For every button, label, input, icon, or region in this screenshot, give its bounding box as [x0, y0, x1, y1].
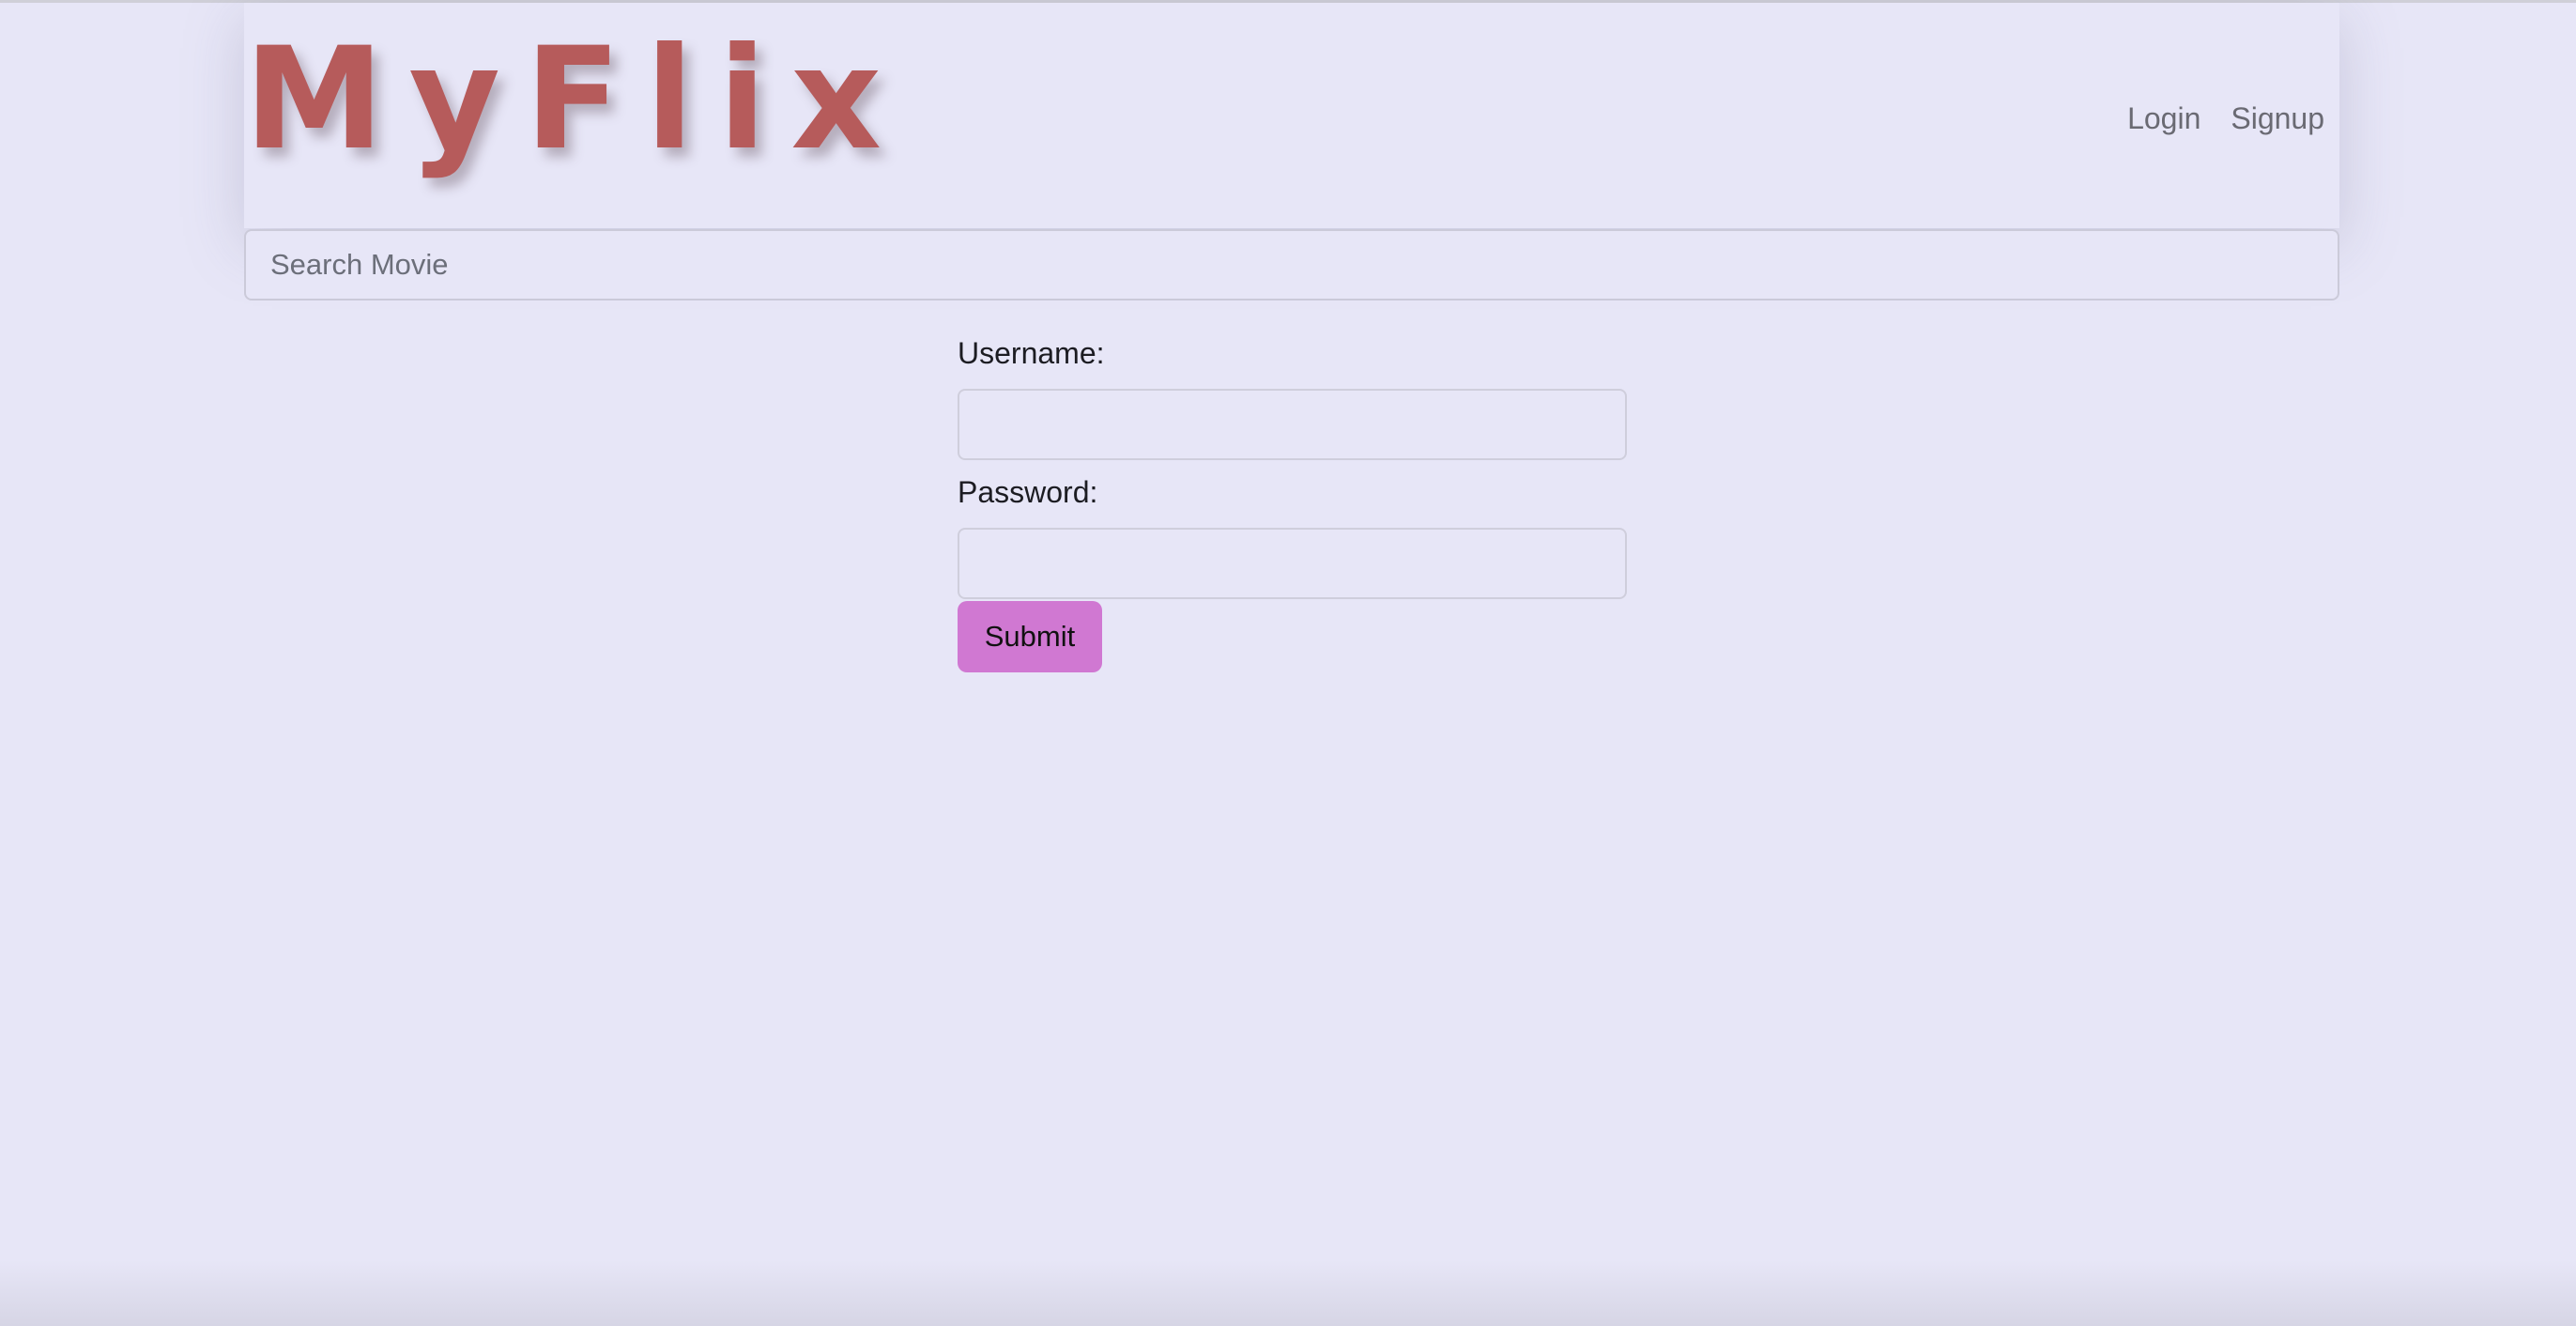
field-spacer	[958, 460, 1627, 468]
search-movie-input[interactable]	[244, 229, 2339, 301]
site-header: MyFlix Login Signup	[244, 3, 2339, 228]
page-bottom-shadow	[0, 1260, 2576, 1326]
username-field[interactable]	[958, 389, 1627, 460]
username-label: Username:	[958, 336, 1105, 370]
password-label: Password:	[958, 475, 1098, 509]
myflix-logo[interactable]: MyFlix	[244, 20, 906, 179]
password-field[interactable]	[958, 528, 1627, 599]
nav-login-link[interactable]: Login	[2127, 95, 2200, 142]
nav-signup-link[interactable]: Signup	[2231, 95, 2324, 142]
submit-button[interactable]: Submit	[958, 601, 1102, 672]
login-form: Username: Password: Submit	[958, 329, 1627, 672]
main-nav: Login Signup	[2127, 95, 2324, 142]
